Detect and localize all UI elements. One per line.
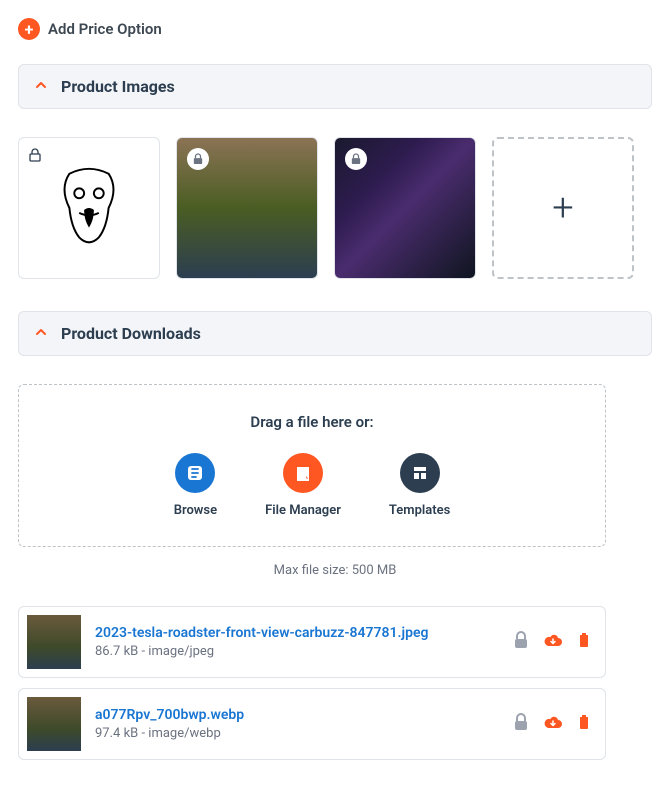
- add-price-label: Add Price Option: [48, 20, 162, 38]
- file-actions: [513, 713, 591, 735]
- max-file-size: Max file size: 500 MB: [18, 563, 652, 578]
- chevron-up-icon: [35, 326, 47, 341]
- dropzone-prompt: Drag a file here or:: [47, 413, 577, 431]
- file-manager-icon: [283, 453, 323, 493]
- file-manager-button[interactable]: File Manager: [265, 453, 341, 518]
- file-row: a077Rpv_700bwp.webp 97.4 kB - image/webp: [18, 688, 606, 760]
- lock-icon: [345, 148, 367, 170]
- browse-icon: [175, 453, 215, 493]
- templates-label: Templates: [389, 503, 450, 518]
- product-image[interactable]: [334, 137, 476, 279]
- file-info: a077Rpv_700bwp.webp 97.4 kB - image/webp: [95, 707, 499, 741]
- file-row: 2023-tesla-roadster-front-view-carbuzz-8…: [18, 606, 606, 678]
- browse-button[interactable]: Browse: [174, 453, 217, 518]
- templates-icon: [400, 453, 440, 493]
- dropzone-actions: Browse File Manager Templates: [47, 453, 577, 518]
- file-thumbnail: [27, 615, 81, 669]
- file-thumbnail: [27, 697, 81, 751]
- file-name[interactable]: 2023-tesla-roadster-front-view-carbuzz-8…: [95, 625, 499, 641]
- lock-button[interactable]: [513, 713, 529, 735]
- add-price-option-button[interactable]: + Add Price Option: [18, 18, 652, 40]
- delete-button[interactable]: [577, 632, 591, 652]
- download-button[interactable]: [543, 632, 563, 652]
- plus-icon: +: [18, 18, 40, 40]
- download-button[interactable]: [543, 714, 563, 734]
- file-name[interactable]: a077Rpv_700bwp.webp: [95, 707, 499, 723]
- file-actions: [513, 631, 591, 653]
- plus-icon: +: [552, 186, 573, 230]
- product-downloads-header[interactable]: Product Downloads: [18, 311, 652, 356]
- lock-icon: [187, 148, 209, 170]
- delete-button[interactable]: [577, 714, 591, 734]
- product-image[interactable]: [18, 137, 160, 279]
- file-meta: 97.4 kB - image/webp: [95, 726, 499, 741]
- file-dropzone[interactable]: Drag a file here or: Browse File Manager…: [18, 384, 606, 547]
- section-title: Product Downloads: [61, 324, 201, 343]
- lock-button[interactable]: [513, 631, 529, 653]
- browse-label: Browse: [174, 503, 217, 518]
- file-manager-label: File Manager: [265, 503, 341, 518]
- file-meta: 86.7 kB - image/jpeg: [95, 644, 499, 659]
- product-images-header[interactable]: Product Images: [18, 64, 652, 109]
- templates-button[interactable]: Templates: [389, 453, 450, 518]
- lock-icon: [29, 148, 41, 162]
- section-title: Product Images: [61, 77, 175, 96]
- product-image[interactable]: [176, 137, 318, 279]
- chevron-up-icon: [35, 79, 47, 94]
- add-image-button[interactable]: +: [492, 137, 634, 279]
- file-info: 2023-tesla-roadster-front-view-carbuzz-8…: [95, 625, 499, 659]
- product-images-row: +: [18, 137, 652, 279]
